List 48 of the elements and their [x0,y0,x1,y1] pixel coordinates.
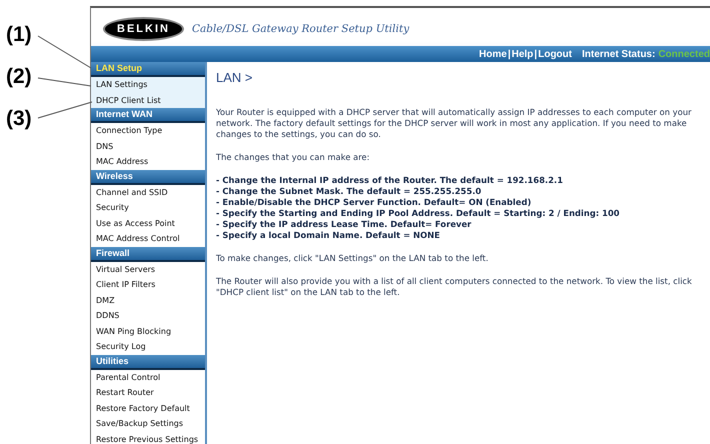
sidebar-item[interactable]: Client IP Filters [91,277,205,292]
separator: | [534,48,538,60]
sidebar-item[interactable]: WAN Ping Blocking [91,324,205,339]
nav-link[interactable]: Help [512,48,534,60]
sidebar-item[interactable]: DHCP Client List [91,92,205,108]
sidebar-item[interactable]: MAC Address Control [91,231,205,246]
sidebar-item[interactable]: DMZ [91,292,205,308]
sidebar-item[interactable]: Security Log [91,339,205,354]
section-heading[interactable]: Utilities [91,354,205,370]
section-heading[interactable]: LAN Setup [91,62,205,77]
sidebar-item[interactable]: Restore Factory Default [91,400,205,416]
status-label: Internet Status: [582,48,656,60]
nav-link[interactable]: Home [479,48,507,60]
section-heading[interactable]: Firewall [91,246,205,262]
sidebar-item[interactable]: Channel and SSID [91,184,205,200]
section-heading[interactable]: Internet WAN [91,108,205,123]
change-item: - Specify the IP address Lease Time. Default= Forever [216,219,472,230]
callout-label: (1) [5,22,33,48]
status-value: Connected [658,48,710,60]
sidebar-item[interactable]: Restart Router [91,385,205,400]
header-title: Cable/DSL Gateway Router Setup Utility [192,23,410,35]
sidebar-item[interactable]: Restore Previous Settings [91,432,205,444]
sidebar-item[interactable]: MAC Address [91,154,205,170]
logo: BELKIN [103,17,184,41]
section-heading[interactable]: Wireless [91,170,205,184]
change-item: - Change the Internal IP address of the Router. The default = 192.168.2.1 [216,175,564,186]
sidebar-item[interactable]: Parental Control [91,370,205,385]
page-heading: LAN > [216,70,254,85]
sidebar-item[interactable]: Use as Access Point [91,216,205,231]
change-item: - Change the Subnet Mask. The default = 255.255.255.0 [216,186,482,197]
separator: | [508,48,511,60]
list-title: The changes that you can make are: [216,152,371,163]
nav-link[interactable]: Logout [538,48,572,60]
sidebar-item[interactable]: Connection Type [91,123,205,138]
sidebar-item[interactable]: DDNS [91,308,205,324]
callout-label: (3) [5,106,33,132]
change-item: - Specify the Starting and Ending IP Pool Address. Default = Starting: 2 / Ending: 100 [216,208,620,219]
change-item: - Specify a local Domain Name. Default = NONE [216,230,442,241]
intro-text: Your Router is equipped with a DHCP server that will automatically assign IP addresses to each computer on your network. The factory default settings for the DHCP server will work in most any application. If you need to make changes to the settings, you can do so. [216,107,692,140]
paragraph: To make changes, click "LAN Settings" on the LAN tab to the left. [216,253,490,264]
sidebar-item[interactable]: Save/Backup Settings [91,416,205,432]
change-item: - Enable/Disable the DHCP Server Function. Default= ON (Enabled) [216,197,532,208]
sidebar-item[interactable]: LAN Settings [91,77,205,92]
sidebar-item[interactable]: DNS [91,138,205,154]
sidebar-item[interactable]: Security [91,200,205,216]
paragraph: The Router will also provide you with a list of all client computers connected to the network. To view the list, click "DHCP client list" on the LAN tab to the left. [216,276,693,298]
sidebar-item[interactable]: Virtual Servers [91,262,205,277]
callout-label: (2) [5,64,33,90]
